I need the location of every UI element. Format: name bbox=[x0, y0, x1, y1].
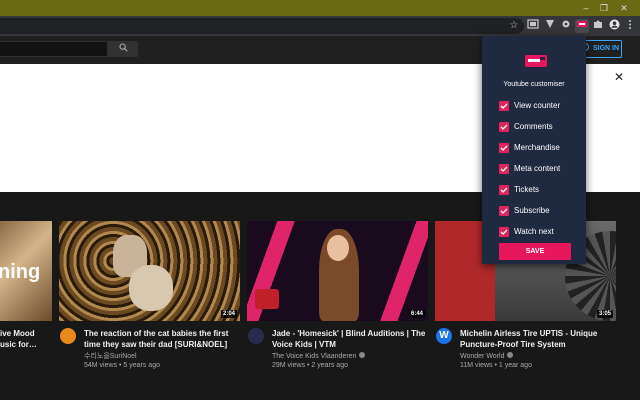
puzzle-icon[interactable] bbox=[591, 19, 605, 33]
screen: – ❐ ✕ ☆ SIGN IN ✕ ning ive Mood usic for… bbox=[0, 0, 640, 400]
channel-avatar[interactable] bbox=[248, 328, 264, 344]
extension-gear-icon[interactable] bbox=[559, 19, 573, 33]
video-title[interactable]: ive Mood usic for… bbox=[0, 328, 37, 350]
video-thumbnail[interactable]: 2:04 bbox=[59, 221, 240, 321]
save-button[interactable]: SAVE bbox=[499, 243, 571, 260]
checkbox[interactable] bbox=[499, 164, 509, 174]
vpn-extension-icon[interactable] bbox=[543, 19, 557, 33]
youtube-customiser-extension-icon[interactable] bbox=[575, 19, 589, 33]
channel-name[interactable]: 수리노을SuriNoel bbox=[84, 352, 137, 361]
check-icon bbox=[500, 124, 508, 130]
sign-in-label: SIGN IN bbox=[593, 45, 620, 52]
video-duration: 2:04 bbox=[220, 310, 237, 318]
bookmark-star-icon[interactable]: ☆ bbox=[507, 19, 521, 33]
video-meta: 54M views • 5 years ago bbox=[84, 362, 160, 369]
popup-title: Youtube customiser bbox=[503, 81, 565, 88]
restore-icon[interactable]: ❐ bbox=[598, 2, 610, 14]
video-thumbnail[interactable]: ning bbox=[0, 221, 52, 321]
cast-icon[interactable] bbox=[526, 19, 540, 33]
browser-titlebar bbox=[0, 0, 640, 16]
checkbox[interactable] bbox=[499, 101, 509, 111]
thumbnail-text: ning bbox=[0, 261, 41, 283]
video-title[interactable]: Michelin Airless Tire UPTIS - Unique Punc… bbox=[460, 328, 597, 350]
extension-logo-icon bbox=[524, 52, 548, 70]
check-icon bbox=[500, 103, 508, 109]
channel-name[interactable]: The Voice Kids Vlaanderen bbox=[272, 352, 366, 361]
checkbox[interactable] bbox=[499, 143, 509, 153]
address-bar[interactable] bbox=[0, 18, 524, 34]
search-input[interactable] bbox=[0, 41, 108, 57]
check-icon bbox=[500, 187, 508, 193]
check-icon bbox=[500, 229, 508, 235]
banner-close-icon[interactable]: ✕ bbox=[612, 70, 626, 84]
browser-menu-icon[interactable] bbox=[623, 19, 637, 33]
verified-icon bbox=[507, 352, 514, 358]
channel-avatar[interactable] bbox=[60, 328, 76, 344]
checkbox[interactable] bbox=[499, 185, 509, 195]
video-meta: 29M views • 2 years ago bbox=[272, 362, 348, 369]
checkbox[interactable] bbox=[499, 122, 509, 132]
video-title[interactable]: The reaction of the cat babies the first… bbox=[84, 328, 228, 350]
video-duration: 3:05 bbox=[596, 310, 613, 318]
check-icon bbox=[500, 208, 508, 214]
video-thumbnail[interactable]: 6:44 bbox=[247, 221, 428, 321]
video-meta: 11M views • 1 year ago bbox=[460, 362, 532, 369]
check-icon bbox=[500, 145, 508, 151]
profile-icon[interactable] bbox=[607, 19, 621, 33]
search-button[interactable] bbox=[108, 41, 138, 57]
checkbox[interactable] bbox=[499, 227, 509, 237]
check-icon bbox=[500, 166, 508, 172]
video-duration: 6:44 bbox=[408, 310, 425, 318]
verified-icon bbox=[359, 352, 366, 358]
search-icon bbox=[118, 43, 128, 52]
video-title[interactable]: Jade - 'Homesick' | Blind Auditions | Th… bbox=[272, 328, 425, 350]
channel-avatar[interactable]: W bbox=[436, 328, 452, 344]
close-window-icon[interactable]: ✕ bbox=[618, 2, 630, 14]
channel-name[interactable]: Wonder World bbox=[460, 352, 514, 361]
checkbox[interactable] bbox=[499, 206, 509, 216]
minimize-icon[interactable]: – bbox=[580, 2, 592, 14]
